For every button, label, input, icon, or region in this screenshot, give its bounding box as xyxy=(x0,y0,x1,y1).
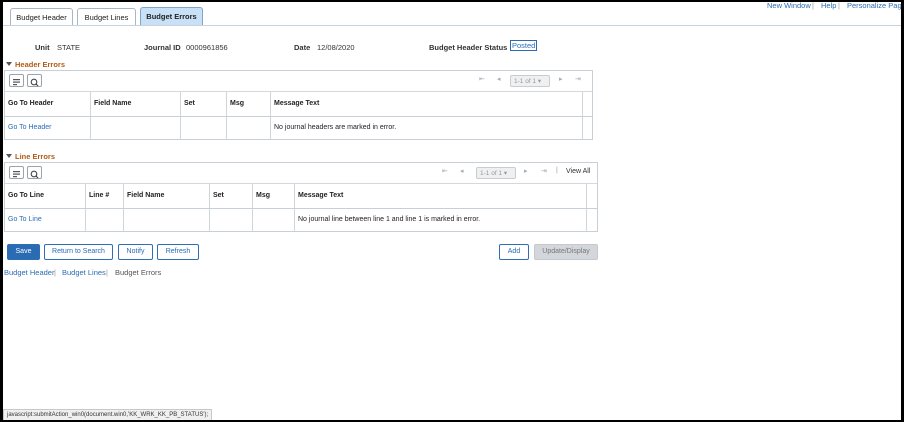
column-header: Msg xyxy=(253,184,295,208)
unit-label: Unit xyxy=(35,43,50,52)
browser-window: Budget Header Budget Lines Budget Errors… xyxy=(3,2,901,420)
field-name-cell xyxy=(91,117,181,139)
status-bar: javascript:submitAction_win0(document.wi… xyxy=(3,409,213,420)
header-errors-title-text: Header Errors xyxy=(15,60,66,69)
msg-cell xyxy=(227,117,271,139)
help-link[interactable]: Help xyxy=(821,2,836,10)
save-button[interactable]: Save xyxy=(7,244,40,260)
grid-toolbar: ⇤ ◂ 1-1 of 1 ▾ ▸ ⇥ | View All xyxy=(5,163,597,184)
previous-page-icon[interactable]: ◂ xyxy=(460,167,464,175)
journal-id-label: Journal ID xyxy=(144,43,181,52)
message-text-cell: No journal line between line 1 and line … xyxy=(295,209,587,231)
header-errors-title: Header Errors xyxy=(6,60,65,69)
tab-budget-lines[interactable]: Budget Lines xyxy=(77,8,136,25)
set-cell xyxy=(210,209,253,231)
last-page-icon[interactable]: ⇥ xyxy=(575,75,581,83)
tab-budget-errors[interactable]: Budget Errors xyxy=(140,7,203,26)
column-header: Line # xyxy=(86,184,124,208)
add-button[interactable]: Add xyxy=(499,244,529,260)
column-header: Message Text xyxy=(271,92,583,116)
search-icon[interactable] xyxy=(27,74,42,87)
new-window-link[interactable]: New Window xyxy=(767,2,811,10)
notify-button[interactable]: Notify xyxy=(118,244,153,260)
bottom-link-budget-header[interactable]: Budget Header xyxy=(4,268,54,277)
date-value: 12/08/2020 xyxy=(317,43,355,52)
pager-text: 1-1 of 1 xyxy=(514,78,537,85)
separator: | xyxy=(812,2,814,10)
separator: | xyxy=(838,2,840,10)
next-page-icon[interactable]: ▸ xyxy=(559,75,563,83)
column-header: Field Name xyxy=(124,184,210,208)
first-page-icon[interactable]: ⇤ xyxy=(479,75,485,83)
msg-cell xyxy=(253,209,295,231)
journal-id-value: 0000961856 xyxy=(186,43,228,52)
line-errors-title-text: Line Errors xyxy=(15,152,56,161)
separator: | xyxy=(54,268,56,277)
first-page-icon[interactable]: ⇤ xyxy=(442,167,448,175)
grid-toolbar: ⇤ ◂ 1-1 of 1 ▾ ▸ ⇥ xyxy=(5,71,592,92)
separator: | xyxy=(106,268,108,277)
status-value-link[interactable]: Posted xyxy=(510,40,538,51)
previous-page-icon[interactable]: ◂ xyxy=(497,75,501,83)
personalize-page-link[interactable]: Personalize Page xyxy=(847,2,901,10)
field-name-cell xyxy=(124,209,210,231)
pager-text: 1-1 of 1 xyxy=(480,170,503,177)
table-header: Go To Line Line # Field Name Set Msg Mes… xyxy=(5,184,597,209)
set-cell xyxy=(181,117,227,139)
line-errors-grid: ⇤ ◂ 1-1 of 1 ▾ ▸ ⇥ | View All Go To Line… xyxy=(4,162,598,232)
pager-select[interactable]: 1-1 of 1 ▾ xyxy=(510,75,550,87)
column-header: Set xyxy=(181,92,227,116)
bottom-link-budget-lines[interactable]: Budget Lines xyxy=(62,268,106,277)
date-label: Date xyxy=(294,43,311,52)
bottom-current-budget-errors: Budget Errors xyxy=(115,268,162,277)
line-errors-title: Line Errors xyxy=(6,152,55,161)
personalize-grid-icon[interactable] xyxy=(9,166,24,179)
unit-value: STATE xyxy=(57,43,81,52)
separator: | xyxy=(556,167,558,174)
tab-budget-header[interactable]: Budget Header xyxy=(10,8,73,25)
view-all-link[interactable]: View All xyxy=(566,168,590,175)
table-header: Go To Header Field Name Set Msg Message … xyxy=(5,92,592,117)
header-errors-grid: ⇤ ◂ 1-1 of 1 ▾ ▸ ⇥ Go To Header Field Na… xyxy=(4,70,593,140)
column-header: Set xyxy=(210,184,253,208)
pager-select[interactable]: 1-1 of 1 ▾ xyxy=(476,167,516,179)
column-header: Field Name xyxy=(91,92,181,116)
status-label: Budget Header Status xyxy=(429,43,508,52)
return-to-search-button[interactable]: Return to Search xyxy=(44,244,113,260)
personalize-grid-icon[interactable] xyxy=(9,74,24,87)
update-display-button: Update/Display xyxy=(534,244,598,260)
column-header: Msg xyxy=(227,92,271,116)
last-page-icon[interactable]: ⇥ xyxy=(541,167,547,175)
message-text-cell: No journal headers are marked in error. xyxy=(271,117,583,139)
collapse-triangle-icon[interactable] xyxy=(6,154,12,158)
search-icon[interactable] xyxy=(27,166,42,179)
column-header: Go To Line xyxy=(5,184,86,208)
collapse-triangle-icon[interactable] xyxy=(6,62,12,66)
refresh-button[interactable]: Refresh xyxy=(157,244,199,260)
column-header: Go To Header xyxy=(5,92,91,116)
column-header: Message Text xyxy=(295,184,587,208)
go-to-header-link[interactable]: Go To Header xyxy=(5,117,91,139)
go-to-line-link[interactable]: Go To Line xyxy=(5,209,86,231)
tab-divider xyxy=(3,25,901,26)
line-number-cell xyxy=(86,209,124,231)
next-page-icon[interactable]: ▸ xyxy=(524,167,528,175)
